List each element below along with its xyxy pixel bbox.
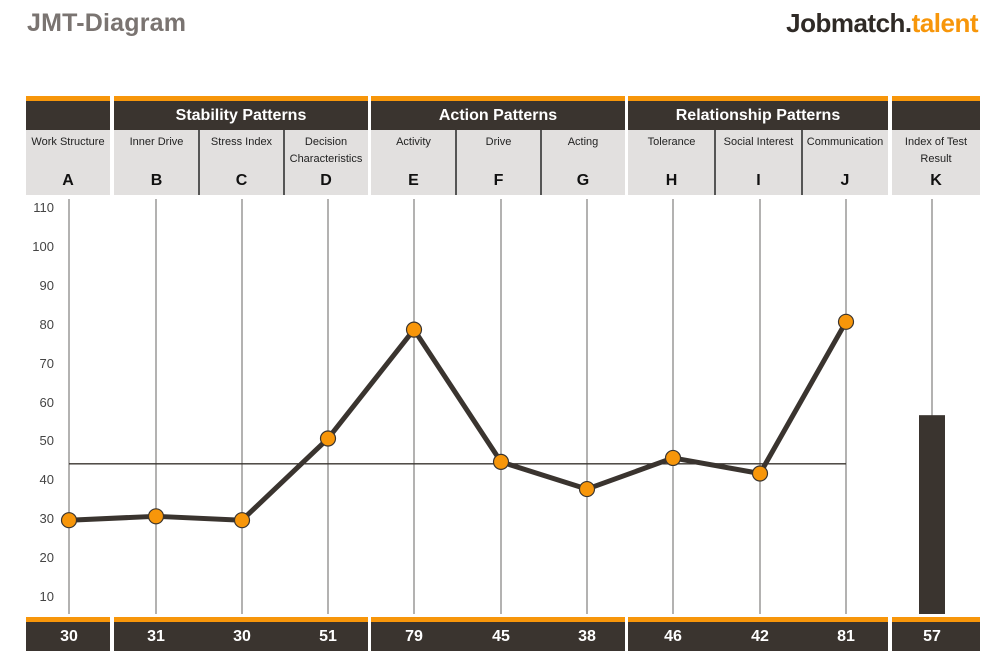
value-label-d: 51 — [319, 628, 337, 645]
value-label-e: 79 — [405, 628, 423, 645]
value-label-g: 38 — [578, 628, 596, 645]
data-point-h — [664, 449, 682, 467]
data-point-i — [751, 465, 769, 482]
value-label-i: 42 — [751, 628, 769, 645]
value-label-k: 57 — [923, 628, 941, 645]
value-label-c: 30 — [233, 628, 251, 645]
value-label-j: 81 — [837, 628, 855, 645]
plot-area — [60, 199, 945, 614]
data-point-b — [147, 508, 165, 525]
value-label-h: 46 — [664, 628, 682, 645]
data-point-f — [492, 453, 510, 470]
value-label-f: 45 — [492, 628, 510, 645]
data-point-g — [578, 480, 596, 498]
series-line — [68, 320, 849, 523]
value-label-a: 30 — [60, 628, 78, 645]
data-point-e — [405, 321, 423, 338]
value-label-b: 31 — [147, 628, 165, 645]
data-point-d — [319, 430, 337, 447]
data-point-c — [233, 512, 251, 529]
data-point-j — [837, 313, 855, 330]
summary-bar-k — [919, 415, 945, 614]
data-point-a — [60, 512, 78, 529]
